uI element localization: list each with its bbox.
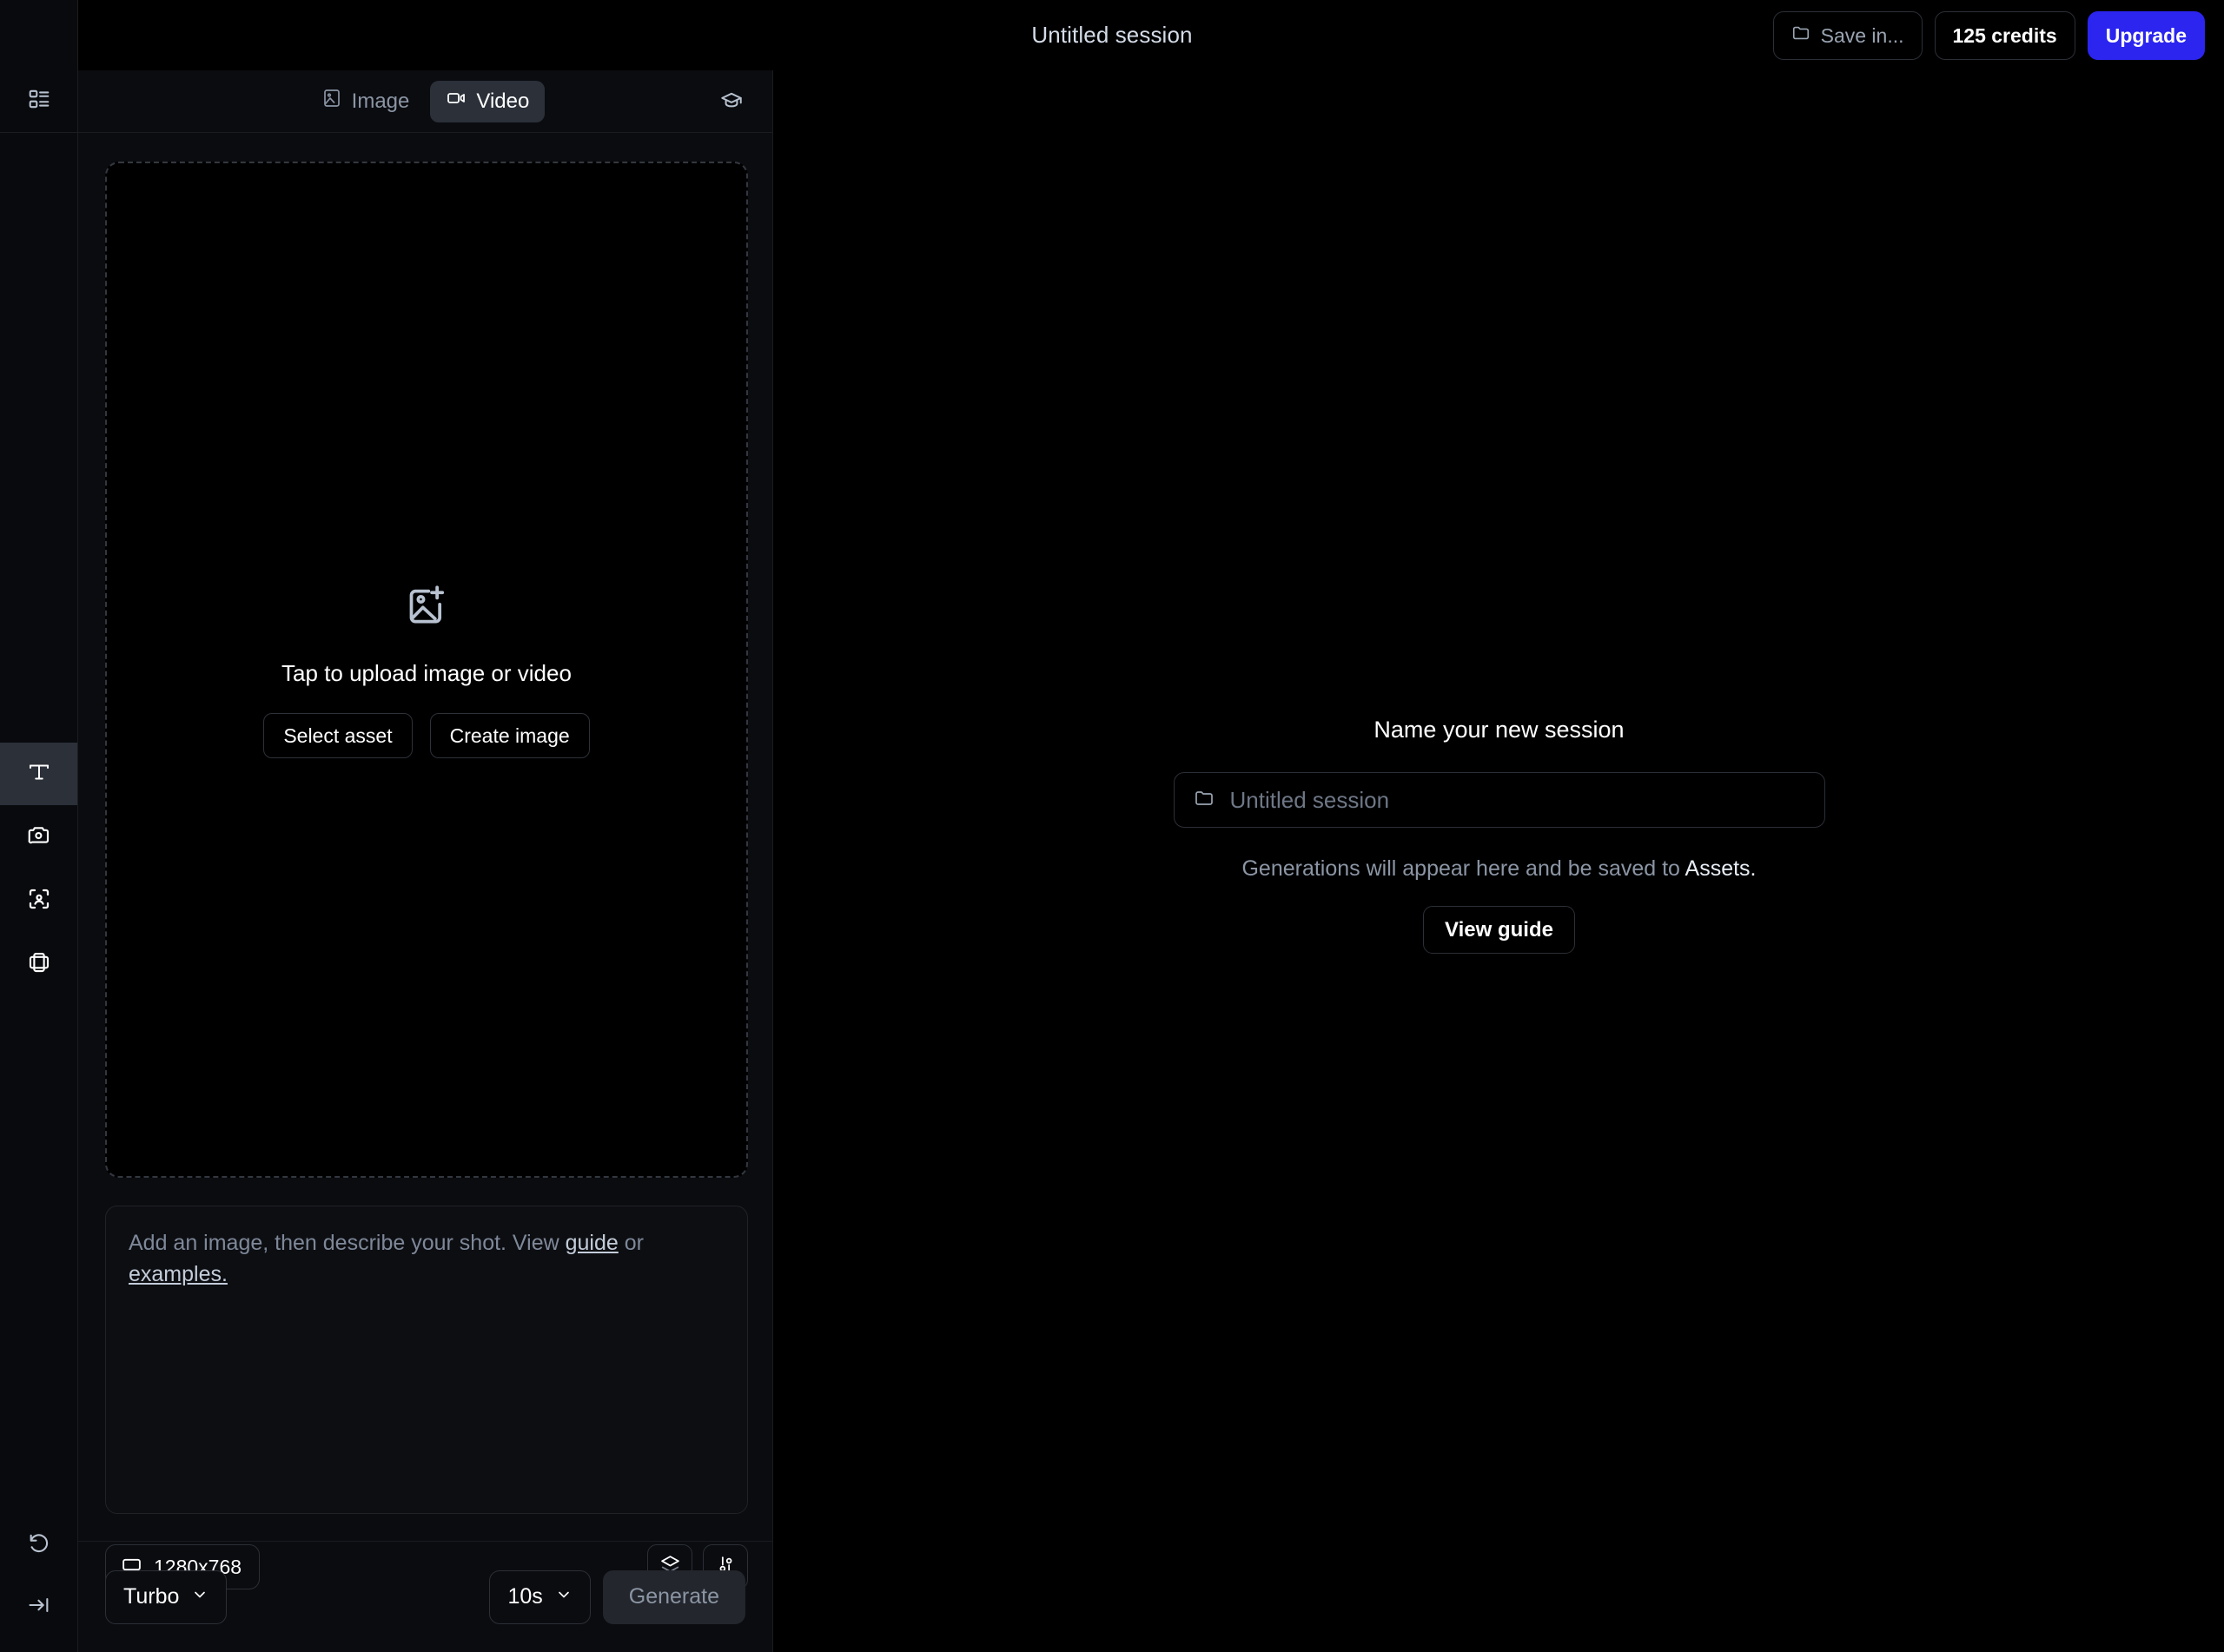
top-header: Untitled session Save in... 125 credits …	[0, 0, 2224, 70]
tab-video-label: Video	[476, 89, 530, 113]
generate-button[interactable]: Generate	[602, 1569, 745, 1624]
duration-selector[interactable]: 10s	[489, 1569, 591, 1624]
rail-bottom-group	[0, 1513, 77, 1638]
duration-label: 10s	[507, 1584, 543, 1609]
session-setup-panel: Name your new session Generations will a…	[1173, 717, 1825, 954]
tab-image-label: Image	[351, 89, 410, 113]
session-name-field[interactable]	[1173, 772, 1825, 828]
view-guide-label: View guide	[1445, 917, 1553, 942]
credits-badge[interactable]: 125 credits	[1934, 11, 2075, 60]
tab-image[interactable]: Image	[306, 81, 426, 122]
upgrade-label: Upgrade	[2105, 23, 2187, 47]
prompt-input[interactable]: Add an image, then describe your shot. V…	[105, 1206, 748, 1514]
image-plus-icon	[402, 581, 451, 634]
image-icon	[321, 88, 342, 115]
dropzone-buttons: Select asset Create image	[263, 713, 590, 758]
view-guide-button[interactable]: View guide	[1423, 906, 1575, 954]
panel-tabs-bar: Image Video	[78, 70, 772, 133]
setup-subtext-prefix: Generations will appear here and be save…	[1241, 856, 1685, 881]
prompt-placeholder: Add an image, then describe your shot. V…	[129, 1228, 725, 1290]
panels-layout-icon	[28, 88, 50, 115]
session-name-input[interactable]	[1229, 786, 1805, 814]
sidebar-item-frame-tool[interactable]	[0, 933, 77, 995]
model-label: Turbo	[123, 1584, 180, 1609]
undo-rotate-icon	[27, 1530, 51, 1559]
folder-icon	[1791, 23, 1810, 48]
reset-button[interactable]	[0, 1513, 77, 1576]
left-icon-rail	[0, 0, 78, 1652]
prompt-text-part1: Add an image, then describe your shot. V…	[129, 1231, 566, 1255]
text-t-icon	[26, 759, 52, 790]
chevron-down-icon	[191, 1584, 208, 1609]
sidebar-item-camera-tool[interactable]	[0, 806, 77, 869]
graduation-cap-icon	[719, 89, 744, 117]
setup-heading: Name your new session	[1373, 717, 1625, 743]
upgrade-button[interactable]: Upgrade	[2087, 11, 2205, 60]
prompt-guide-link[interactable]: guide	[566, 1231, 619, 1255]
arrow-to-line-icon	[27, 1593, 51, 1622]
collapse-panel-button[interactable]	[0, 1576, 77, 1638]
tab-video[interactable]: Video	[430, 80, 546, 122]
video-camera-icon	[446, 88, 467, 115]
select-asset-label: Select asset	[283, 724, 393, 747]
frame-layers-icon	[26, 949, 52, 980]
upload-dropzone[interactable]: Tap to upload image or video Select asse…	[105, 162, 748, 1178]
select-asset-button[interactable]: Select asset	[263, 713, 413, 758]
mode-tab-group: Image Video	[306, 80, 546, 122]
generate-label: Generate	[628, 1584, 719, 1609]
header-actions: Save in... 125 credits Upgrade	[1772, 11, 2205, 60]
chevron-down-icon	[555, 1584, 573, 1609]
create-image-label: Create image	[449, 724, 570, 747]
generation-panel: Image Video Tap to upload image or video…	[78, 70, 773, 1652]
prompt-text-part2: or	[618, 1231, 644, 1255]
learn-button[interactable]	[712, 83, 751, 122]
canvas-area: Name your new session Generations will a…	[774, 70, 2224, 1652]
prompt-examples-link[interactable]: examples.	[129, 1262, 228, 1286]
dropzone-label: Tap to upload image or video	[281, 660, 572, 686]
save-in-label: Save in...	[1820, 23, 1904, 47]
save-in-button[interactable]: Save in...	[1772, 11, 1923, 60]
panel-bottom-bar: Turbo 10s Generate	[78, 1541, 772, 1652]
create-image-button[interactable]: Create image	[429, 713, 590, 758]
folder-icon	[1194, 788, 1215, 813]
credits-label: 125 credits	[1952, 23, 2057, 47]
panels-layout-button[interactable]	[0, 70, 77, 133]
face-scan-icon	[26, 886, 52, 916]
sidebar-item-face-detect-tool[interactable]	[0, 869, 77, 932]
bottom-right-group: 10s Generate	[489, 1569, 745, 1624]
camera-icon	[26, 823, 52, 853]
sidebar-item-text-tool[interactable]	[0, 743, 77, 805]
setup-subtext: Generations will appear here and be save…	[1241, 856, 1756, 882]
model-selector[interactable]: Turbo	[105, 1569, 228, 1624]
setup-subtext-assets: Assets.	[1685, 856, 1757, 881]
